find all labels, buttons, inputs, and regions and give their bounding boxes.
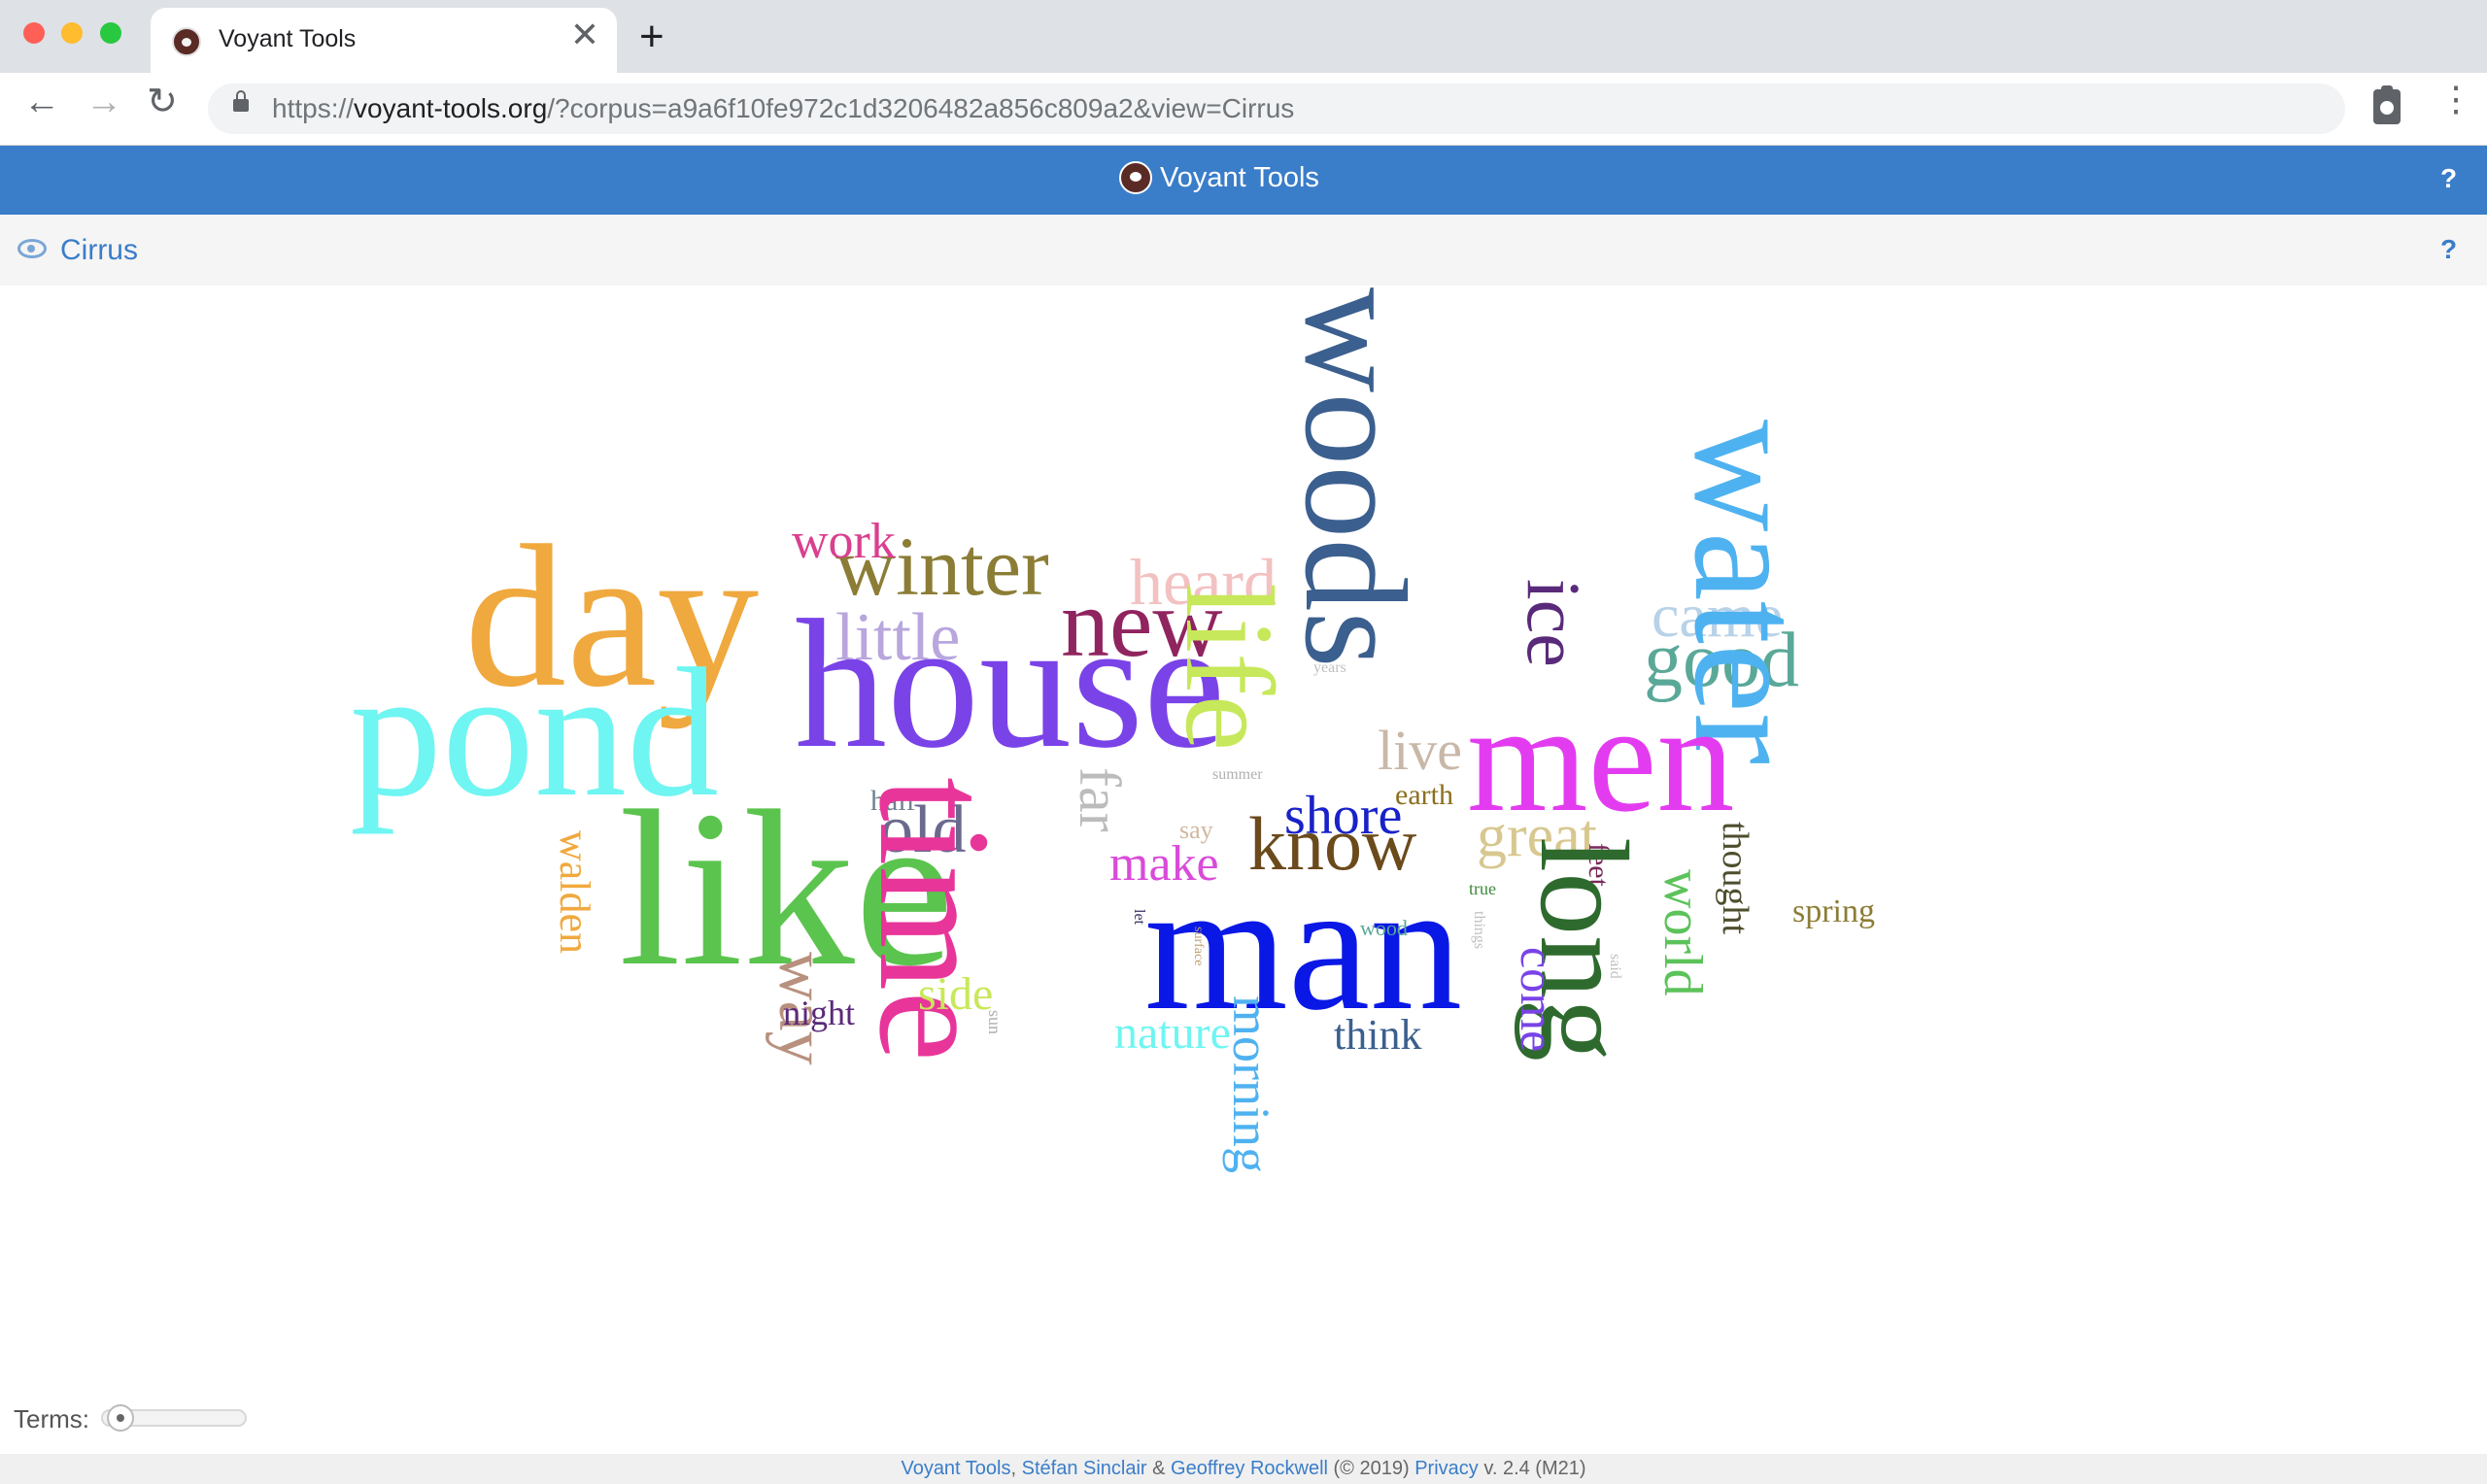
browser-menu-icon[interactable]: ⋮ xyxy=(2438,82,2473,117)
term-woods[interactable]: woods xyxy=(1275,287,1436,668)
voyant-link[interactable]: Voyant Tools xyxy=(901,1458,1010,1479)
term-come[interactable]: come xyxy=(1511,947,1565,1052)
eye-icon xyxy=(17,239,47,258)
term-summer[interactable]: summer xyxy=(1212,767,1263,783)
maximize-window-icon[interactable] xyxy=(100,22,121,44)
footer: Voyant Tools, Stéfan Sinclair & Geoffrey… xyxy=(0,1454,2487,1484)
forward-icon[interactable]: → xyxy=(85,84,122,120)
term-world[interactable]: world xyxy=(1652,869,1713,996)
voyant-logo-icon xyxy=(1119,161,1152,194)
browser-toolbar: ← → ↻ https://voyant-tools.org/?corpus=a… xyxy=(0,73,2487,146)
reload-icon[interactable]: ↻ xyxy=(147,84,178,120)
app-title[interactable]: Voyant Tools xyxy=(1119,161,1319,194)
rockwell-link[interactable]: Geoffrey Rockwell xyxy=(1171,1458,1328,1479)
term-nature[interactable]: nature xyxy=(1114,1010,1231,1057)
term-morning[interactable]: morning xyxy=(1222,995,1280,1173)
terms-label: Terms: xyxy=(14,1404,89,1433)
minimize-window-icon[interactable] xyxy=(61,22,83,44)
term-wood[interactable]: wood xyxy=(1360,918,1408,939)
term-ice[interactable]: ice xyxy=(1512,579,1596,667)
voyant-favicon-icon xyxy=(172,27,201,56)
term-side[interactable]: side xyxy=(918,971,993,1018)
cirrus-panel-header: Cirrus ? xyxy=(0,215,2487,286)
term-things[interactable]: things xyxy=(1471,911,1487,949)
close-window-icon[interactable] xyxy=(23,22,45,44)
term-sun[interactable]: sun xyxy=(985,1010,1005,1034)
term-years[interactable]: years xyxy=(1313,660,1346,676)
browser-tab[interactable]: Voyant Tools ✕ xyxy=(151,8,617,73)
tab-title: Voyant Tools xyxy=(219,25,357,52)
term-think[interactable]: think xyxy=(1334,1014,1421,1057)
term-surface[interactable]: surface xyxy=(1191,927,1206,965)
term-work[interactable]: work xyxy=(792,517,896,567)
term-said[interactable]: said xyxy=(1607,954,1623,979)
term-night[interactable]: night xyxy=(783,995,855,1030)
term-little[interactable]: little xyxy=(835,604,960,672)
term-thought[interactable]: thought xyxy=(1715,822,1755,934)
term-live[interactable]: live xyxy=(1378,723,1462,779)
url-text[interactable]: https://voyant-tools.org/?corpus=a9a6f10… xyxy=(272,93,1294,124)
term-life[interactable]: life xyxy=(1159,583,1299,751)
browser-tab-strip: Voyant Tools ✕ + xyxy=(0,0,2487,73)
term-far[interactable]: far xyxy=(1068,767,1132,832)
terms-slider-thumb[interactable] xyxy=(107,1404,134,1432)
panel-help-icon[interactable]: ? xyxy=(2440,234,2457,265)
new-tab-button[interactable]: + xyxy=(639,16,664,58)
term-walden[interactable]: walden xyxy=(551,830,598,954)
term-true[interactable]: true xyxy=(1469,880,1496,897)
sinclair-link[interactable]: Stéfan Sinclair xyxy=(1022,1458,1147,1479)
app-help-icon[interactable]: ? xyxy=(2440,163,2457,194)
app-header: Voyant Tools ? xyxy=(0,146,2487,215)
panel-title: Cirrus xyxy=(60,234,138,266)
address-bar[interactable]: https://voyant-tools.org/?corpus=a9a6f10… xyxy=(208,84,2345,134)
back-icon[interactable]: ← xyxy=(23,84,60,120)
tab-close-icon[interactable]: ✕ xyxy=(570,17,599,52)
term-let[interactable]: let xyxy=(1131,909,1147,925)
clipboard-icon[interactable] xyxy=(2373,85,2401,124)
privacy-link[interactable]: Privacy xyxy=(1414,1458,1479,1479)
term-spring[interactable]: spring xyxy=(1792,895,1875,928)
lock-icon xyxy=(233,90,249,112)
